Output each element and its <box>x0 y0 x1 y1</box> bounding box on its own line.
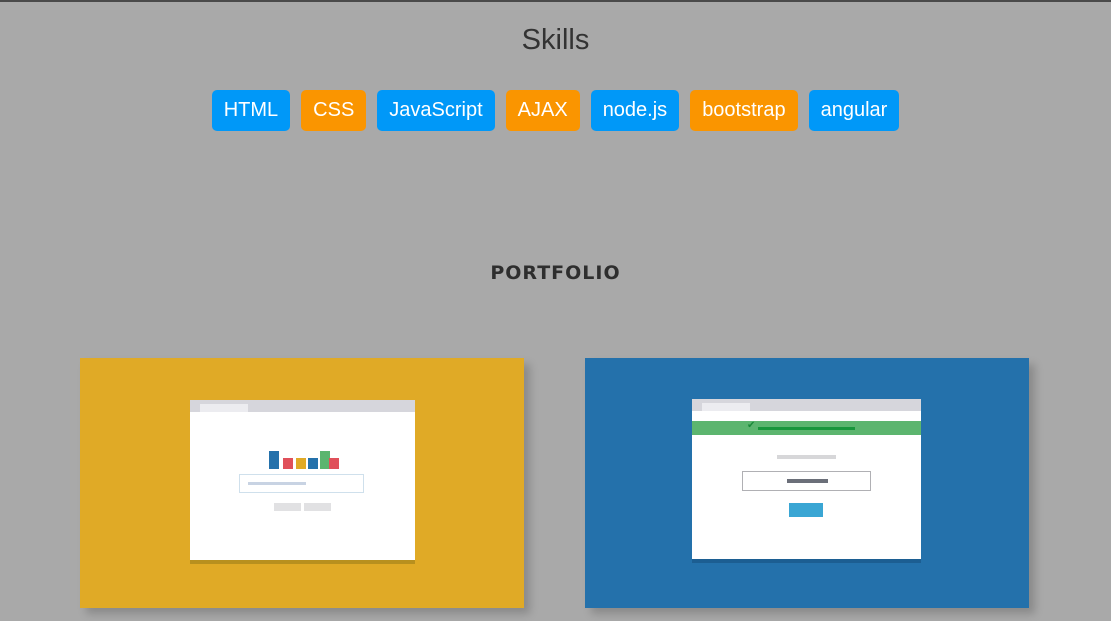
skill-tag-nodejs[interactable]: node.js <box>590 90 680 131</box>
browser-tab <box>702 403 750 411</box>
label-illustration <box>777 455 836 459</box>
analytics-search-mockup-image <box>190 400 415 564</box>
skill-tag-ajax[interactable]: AJAX <box>505 90 580 131</box>
button-illustration <box>304 503 331 511</box>
bar-chart-icon <box>269 449 339 469</box>
top-border <box>0 0 1111 2</box>
skill-tag-angular[interactable]: angular <box>808 90 900 131</box>
mockup-bottom-edge <box>190 560 415 564</box>
skill-tag-bootstrap[interactable]: bootstrap <box>690 90 798 131</box>
skills-tag-list: HTML CSS JavaScript AJAX node.js bootstr… <box>0 90 1111 131</box>
skills-title: Skills <box>521 24 590 56</box>
browser-tab <box>200 404 248 412</box>
skill-tag-javascript[interactable]: JavaScript <box>377 90 495 131</box>
success-banner: ✔ <box>692 420 921 435</box>
browser-chrome <box>692 399 921 411</box>
mockup-bottom-edge <box>692 559 921 563</box>
check-icon: ✔ <box>747 420 756 431</box>
portfolio-card-analytics[interactable] <box>80 358 524 608</box>
submit-button-illustration <box>789 503 823 517</box>
portfolio-title: PORTFOLIO <box>490 262 621 284</box>
skill-tag-css[interactable]: CSS <box>301 90 367 131</box>
signup-success-mockup-image: ✔ <box>692 399 921 563</box>
search-field-illustration <box>239 474 364 493</box>
browser-chrome <box>190 400 415 412</box>
skill-tag-html[interactable]: HTML <box>211 90 291 131</box>
button-illustration <box>274 503 301 511</box>
input-field-illustration <box>742 471 871 491</box>
portfolio-card-signup[interactable]: ✔ <box>585 358 1029 608</box>
